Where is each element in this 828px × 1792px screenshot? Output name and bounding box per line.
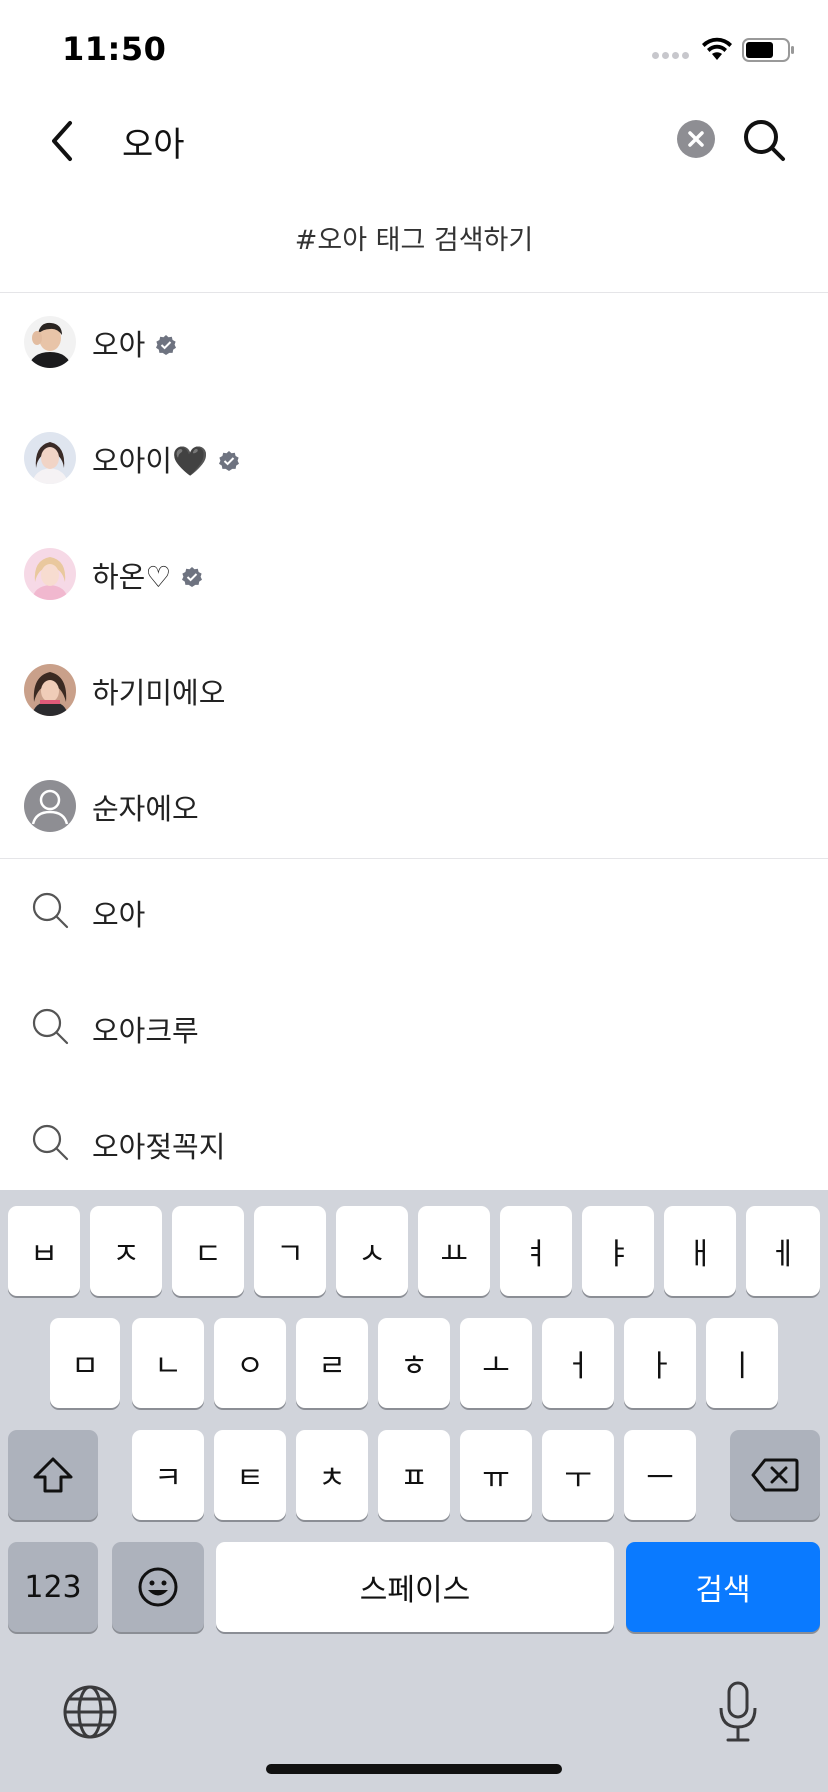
key-ㅎ[interactable]: ㅎ bbox=[378, 1318, 450, 1408]
user-name: 오아이🖤 bbox=[92, 444, 209, 478]
user-result-row[interactable]: 오아 bbox=[0, 294, 828, 394]
clear-search-button[interactable] bbox=[677, 120, 715, 158]
key-ㅇ[interactable]: ㅇ bbox=[214, 1318, 286, 1408]
key-ㅠ[interactable]: ㅠ bbox=[460, 1430, 532, 1520]
divider bbox=[0, 292, 828, 293]
user-result-row[interactable]: 오아이🖤 bbox=[0, 410, 828, 510]
key-ㅑ[interactable]: ㅑ bbox=[582, 1206, 654, 1296]
numbers-key[interactable]: 123 bbox=[8, 1542, 98, 1632]
globe-icon[interactable] bbox=[62, 1684, 118, 1740]
keyword-label: 오아젖꼭지 bbox=[92, 1130, 226, 1164]
back-button[interactable] bbox=[42, 116, 82, 166]
search-header bbox=[0, 96, 828, 186]
user-name: 오아 bbox=[92, 328, 146, 362]
user-name-container: 오아 bbox=[92, 322, 177, 364]
key-ㅜ[interactable]: ㅜ bbox=[542, 1430, 614, 1520]
user-result-row[interactable]: 하기미에오 bbox=[0, 642, 828, 742]
user-name-container: 순자에오 bbox=[92, 786, 199, 828]
verified-badge-icon bbox=[182, 567, 203, 587]
search-icon bbox=[32, 1124, 69, 1161]
keyboard: ㅂ ㅈ ㄷ ㄱ ㅅ ㅛ ㅕ ㅑ ㅐ ㅔ ㅁ ㄴ ㅇ ㄹ ㅎ ㅗ ㅓ ㅏ ㅣ ㅋ … bbox=[0, 1190, 828, 1792]
emoji-key[interactable] bbox=[112, 1542, 204, 1632]
cellular-signal-icon bbox=[652, 52, 690, 60]
search-icon bbox=[32, 892, 69, 929]
search-key[interactable]: 검색 bbox=[626, 1542, 820, 1632]
key-ㅡ[interactable]: ㅡ bbox=[624, 1430, 696, 1520]
battery-icon bbox=[742, 38, 794, 62]
space-key[interactable]: 스페이스 bbox=[216, 1542, 614, 1632]
user-name: 순자에오 bbox=[92, 792, 199, 826]
home-indicator bbox=[266, 1764, 562, 1774]
key-ㅏ[interactable]: ㅏ bbox=[624, 1318, 696, 1408]
key-ㅔ[interactable]: ㅔ bbox=[746, 1206, 820, 1296]
avatar bbox=[24, 432, 76, 484]
verified-badge-icon bbox=[156, 335, 177, 355]
key-ㅂ[interactable]: ㅂ bbox=[8, 1206, 80, 1296]
divider bbox=[0, 858, 828, 859]
backspace-key[interactable] bbox=[730, 1430, 820, 1520]
keyword-result-row[interactable]: 오아젖꼭지 bbox=[0, 1092, 828, 1192]
default-avatar bbox=[24, 780, 76, 832]
avatar bbox=[24, 316, 76, 368]
user-name: 하기미에오 bbox=[92, 676, 226, 710]
backspace-icon bbox=[751, 1458, 799, 1492]
keyword-label: 오아 bbox=[92, 898, 146, 932]
microphone-icon[interactable] bbox=[716, 1680, 760, 1744]
verified-badge-icon bbox=[219, 451, 240, 471]
key-ㅈ[interactable]: ㅈ bbox=[90, 1206, 162, 1296]
search-icon bbox=[744, 120, 785, 161]
key-ㅐ[interactable]: ㅐ bbox=[664, 1206, 736, 1296]
key-ㅓ[interactable]: ㅓ bbox=[542, 1318, 614, 1408]
close-icon bbox=[688, 131, 704, 147]
user-result-row[interactable]: 하온♡ bbox=[0, 526, 828, 626]
tag-search-link[interactable]: #오아 태그 검색하기 bbox=[0, 206, 828, 276]
shift-key[interactable] bbox=[8, 1430, 98, 1520]
status-bar: 11:50 bbox=[0, 0, 828, 96]
key-ㅍ[interactable]: ㅍ bbox=[378, 1430, 450, 1520]
key-ㄴ[interactable]: ㄴ bbox=[132, 1318, 204, 1408]
chevron-left-icon bbox=[52, 121, 72, 161]
shift-icon bbox=[33, 1457, 73, 1493]
key-ㄹ[interactable]: ㄹ bbox=[296, 1318, 368, 1408]
keyword-label: 오아크루 bbox=[92, 1014, 199, 1048]
status-time: 11:50 bbox=[62, 30, 167, 68]
key-ㅕ[interactable]: ㅕ bbox=[500, 1206, 572, 1296]
key-ㅗ[interactable]: ㅗ bbox=[460, 1318, 532, 1408]
key-ㅌ[interactable]: ㅌ bbox=[214, 1430, 286, 1520]
user-result-row[interactable]: 순자에오 bbox=[0, 758, 828, 858]
key-ㅋ[interactable]: ㅋ bbox=[132, 1430, 204, 1520]
avatar bbox=[24, 664, 76, 716]
keyword-result-row[interactable]: 오아 bbox=[0, 860, 828, 960]
user-name-container: 하기미에오 bbox=[92, 670, 225, 712]
user-name-container: 오아이🖤 bbox=[92, 438, 240, 480]
avatar bbox=[24, 548, 76, 600]
person-icon bbox=[31, 789, 69, 825]
key-ㄱ[interactable]: ㄱ bbox=[254, 1206, 326, 1296]
key-ㅛ[interactable]: ㅛ bbox=[418, 1206, 490, 1296]
user-name: 하온♡ bbox=[92, 560, 172, 594]
key-ㄷ[interactable]: ㄷ bbox=[172, 1206, 244, 1296]
emoji-icon bbox=[138, 1567, 178, 1607]
wifi-icon bbox=[702, 37, 732, 60]
search-input[interactable] bbox=[122, 114, 662, 168]
search-button[interactable] bbox=[740, 116, 788, 164]
key-ㅣ[interactable]: ㅣ bbox=[706, 1318, 778, 1408]
search-icon bbox=[32, 1008, 69, 1045]
key-ㅅ[interactable]: ㅅ bbox=[336, 1206, 408, 1296]
keyword-result-row[interactable]: 오아크루 bbox=[0, 976, 828, 1076]
key-ㅁ[interactable]: ㅁ bbox=[50, 1318, 120, 1408]
key-ㅊ[interactable]: ㅊ bbox=[296, 1430, 368, 1520]
user-name-container: 하온♡ bbox=[92, 554, 203, 596]
